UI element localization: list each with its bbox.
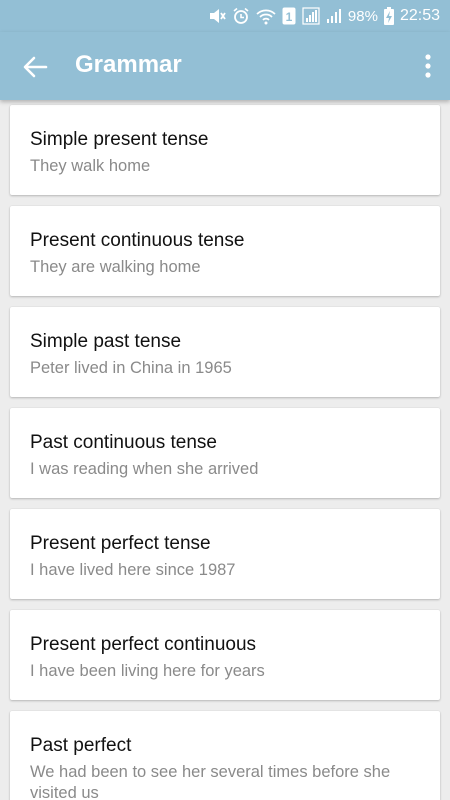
list-item[interactable]: Simple present tense They walk home: [10, 105, 440, 195]
svg-text:1: 1: [286, 10, 293, 24]
battery-charging-icon: [383, 7, 394, 25]
alarm-icon: [233, 7, 249, 24]
item-title: Present perfect tense: [30, 533, 211, 554]
list-item[interactable]: Past continuous tense I was reading when…: [10, 408, 440, 498]
item-example: We had been to see her several times bef…: [30, 763, 391, 800]
item-example: I was reading when she arrived: [30, 460, 259, 478]
status-bar: 1 98% 22:53: [0, 0, 450, 32]
signal-sim1-icon: [302, 7, 320, 25]
item-example: Peter lived in China in 1965: [30, 359, 232, 377]
list-item[interactable]: Present perfect continuous I have been l…: [10, 610, 440, 700]
clock: 22:53: [399, 7, 440, 24]
item-example: They are walking home: [30, 258, 201, 276]
item-title: Past continuous tense: [30, 432, 217, 453]
item-title: Present perfect continuous: [30, 634, 257, 655]
mute-icon: [209, 9, 226, 23]
item-example: I have been living here for years: [30, 662, 265, 680]
wifi-icon: [256, 9, 276, 25]
item-title: Simple past tense: [30, 331, 182, 352]
app-bar: Grammar: [0, 32, 450, 100]
item-example: I have lived here since 1987: [30, 561, 236, 579]
status-icons: 1 98% 22:53: [208, 5, 440, 27]
item-title: Present continuous tense: [30, 230, 245, 251]
signal-sim2-icon: [326, 9, 341, 23]
item-title: Past perfect: [30, 735, 132, 756]
item-example: They walk home: [30, 157, 151, 175]
sim-1-icon: 1: [282, 7, 296, 25]
battery-percentage: 98%: [347, 7, 378, 25]
arrow-back-icon[interactable]: [20, 52, 50, 82]
grammar-list: Simple present tense They walk home Pres…: [0, 100, 450, 800]
list-item[interactable]: Present continuous tense They are walkin…: [10, 206, 440, 296]
item-title: Simple present tense: [30, 129, 209, 150]
list-item[interactable]: Past perfect We had been to see her seve…: [10, 711, 440, 800]
page-title: Grammar: [75, 51, 182, 78]
list-item[interactable]: Simple past tense Peter lived in China i…: [10, 307, 440, 397]
more-vert-icon[interactable]: [420, 52, 436, 80]
list-item[interactable]: Present perfect tense I have lived here …: [10, 509, 440, 599]
